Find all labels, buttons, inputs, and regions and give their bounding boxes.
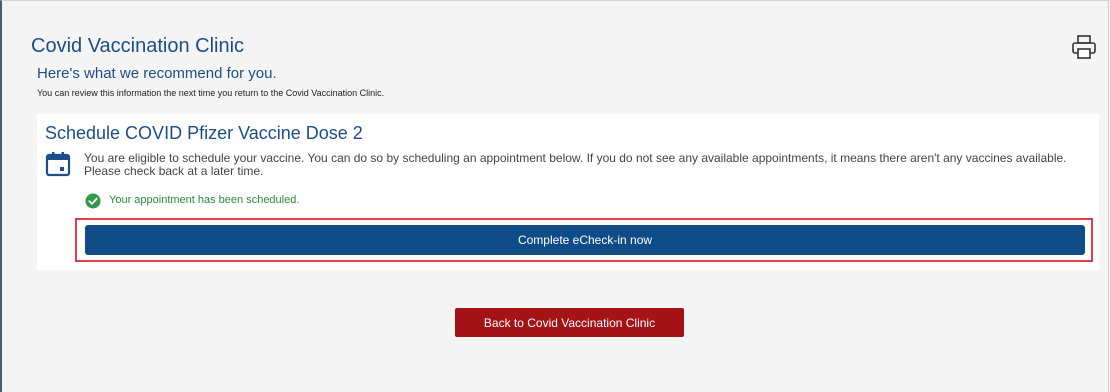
review-note: You can review this information the next… [37, 88, 385, 98]
appointment-scheduled-status: Your appointment has been scheduled. [109, 194, 300, 206]
calendar-icon [45, 152, 71, 177]
recommendation-heading: Here's what we recommend for you. [37, 65, 277, 82]
clinic-panel: Covid Vaccination Clinic Here's what we … [0, 0, 1109, 392]
back-to-clinic-button[interactable]: Back to Covid Vaccination Clinic [455, 308, 684, 337]
check-circle-icon [85, 193, 101, 209]
complete-echeck-in-button[interactable]: Complete eCheck-in now [85, 225, 1085, 255]
print-icon[interactable] [1070, 34, 1098, 60]
card-title: Schedule COVID Pfizer Vaccine Dose 2 [45, 123, 363, 143]
vaccine-card: Schedule COVID Pfizer Vaccine Dose 2 You… [37, 114, 1099, 270]
echeck-highlight-box: Complete eCheck-in now [75, 218, 1093, 262]
eligibility-message: You are eligible to schedule your vaccin… [84, 151, 1067, 178]
page-title: Covid Vaccination Clinic [31, 35, 245, 57]
